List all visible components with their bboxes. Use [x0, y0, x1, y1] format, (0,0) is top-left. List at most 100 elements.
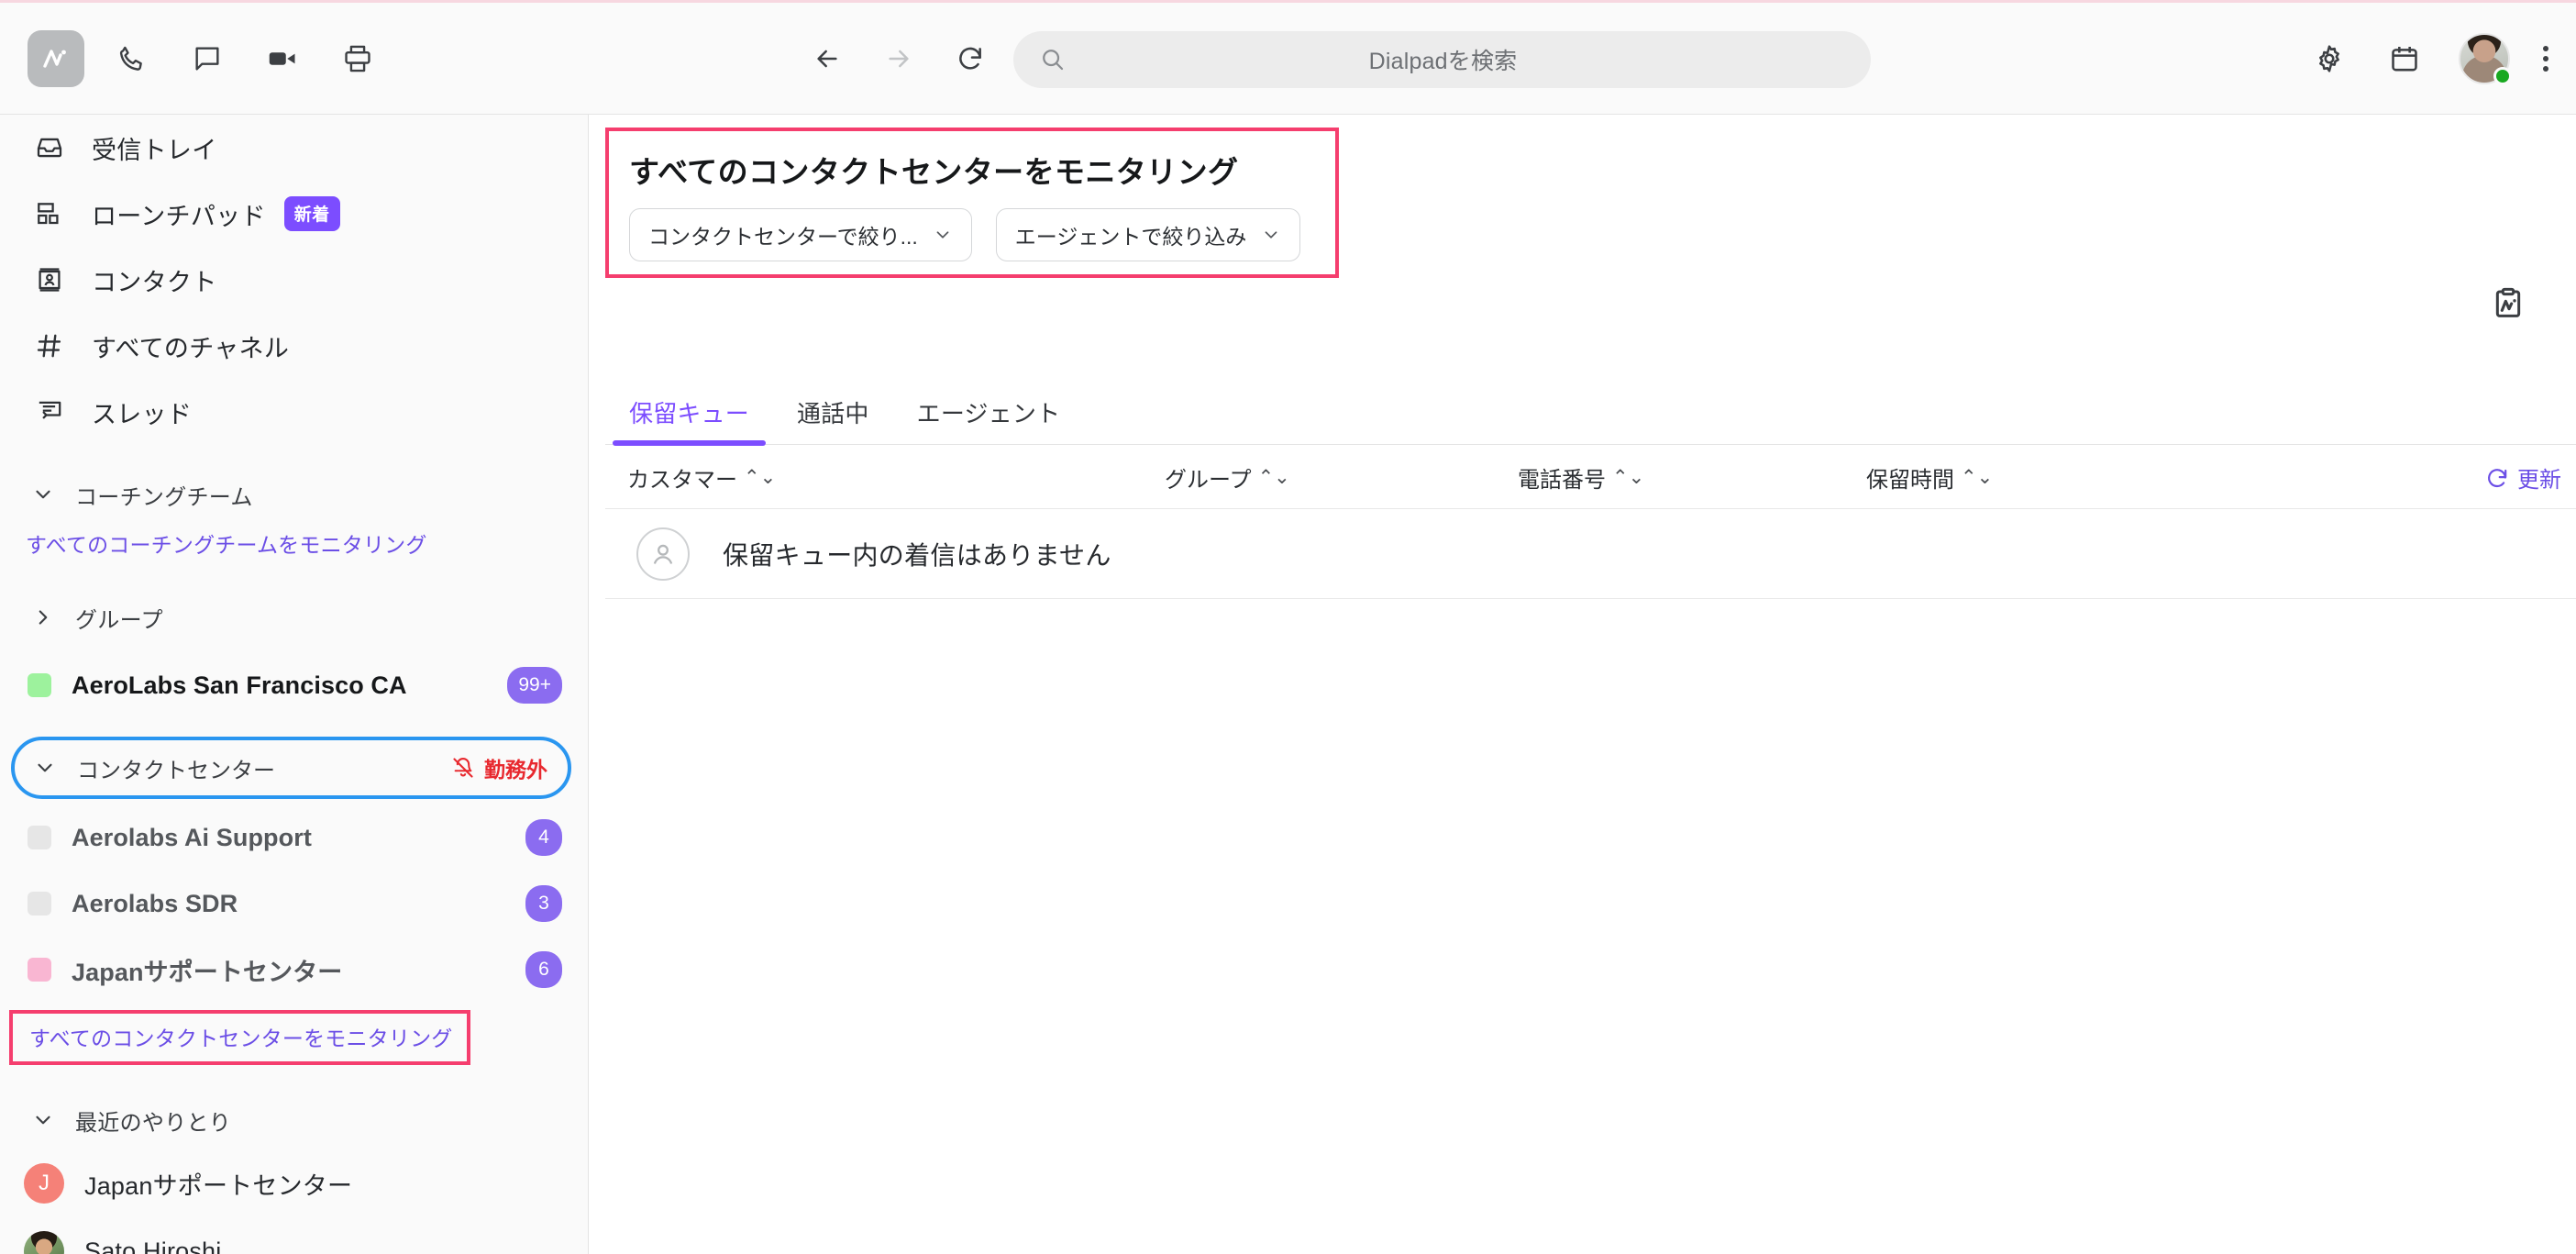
column-header-phone[interactable]: 電話番号 ⌃⌄ [1518, 461, 1644, 494]
group-name: AeroLabs San Francisco CA [72, 671, 407, 699]
recent-item-japan-support[interactable]: J Japanサポートセンター [0, 1149, 588, 1217]
group-color-swatch [28, 673, 51, 697]
more-options-icon[interactable] [2543, 45, 2548, 72]
gear-icon[interactable] [2308, 38, 2350, 80]
chevron-down-icon [1261, 225, 1281, 245]
table-row: 保留キュー内の着信はありません [605, 509, 2576, 599]
panel-header-highlight: すべてのコンタクトセンターをモニタリング コンタクトセンターで絞り... エージ… [605, 128, 1339, 278]
contact-center-name: Aerolabs Ai Support [72, 823, 312, 851]
sidebar-item-label: スレッド [92, 400, 193, 428]
sort-icon: ⌃⌄ [744, 467, 777, 488]
phone-icon[interactable] [105, 31, 160, 86]
sidebar-item-launchpad[interactable]: ローンチパッド 新着 [0, 181, 588, 247]
monitor-all-contact-centers-highlight: すべてのコンタクトセンターをモニタリング [9, 1010, 471, 1065]
tab-bar: 保留キュー 通話中 エージェント [605, 377, 2576, 446]
sidebar-item-label: 受信トレイ [92, 136, 217, 164]
avatar-initial: J [24, 1163, 64, 1204]
contact-center-item-aerolabs-sdr[interactable]: Aerolabs SDR 3 [0, 871, 588, 937]
section-title: グループ [75, 607, 163, 633]
recent-item-sato-hiroshi[interactable]: Sato Hiroshi [0, 1217, 588, 1254]
search-placeholder: Dialpadを検索 [1368, 49, 1518, 74]
fax-icon[interactable] [330, 31, 385, 86]
sort-icon: ⌃⌄ [1257, 467, 1290, 488]
empty-state-message: 保留キュー内の着信はありません [723, 540, 1111, 570]
sort-icon: ⌃⌄ [1961, 467, 1994, 488]
contact-center-color-swatch [28, 826, 51, 849]
top-bar: Dialpadを検索 [0, 0, 2576, 114]
video-icon[interactable] [255, 31, 310, 86]
filter-bar: コンタクトセンターで絞り... エージェントで絞り込み [629, 208, 1335, 261]
message-icon[interactable] [180, 31, 235, 86]
filter-label: コンタクトセンターで絞り... [648, 225, 918, 249]
contact-center-color-swatch [28, 892, 51, 916]
section-title: 最近のやりとり [75, 1110, 232, 1136]
bell-off-icon [451, 756, 475, 780]
filter-contact-center[interactable]: コンタクトセンターで絞り... [629, 208, 972, 261]
section-title: コンタクトセンター [77, 758, 275, 783]
top-right-actions [2308, 32, 2548, 85]
forward-icon[interactable] [879, 39, 919, 79]
back-icon[interactable] [807, 39, 847, 79]
unread-badge: 6 [525, 951, 562, 988]
monitor-all-coaching-teams-link[interactable]: すべてのコーチングチームをモニタリング [2, 527, 427, 559]
status-badge[interactable]: 勤務外 [451, 752, 547, 783]
launchpad-icon [35, 199, 75, 228]
section-header-contact-centers[interactable]: コンタクトセンター 勤務外 [11, 737, 571, 799]
section-header-recent[interactable]: 最近のやりとり [0, 1091, 588, 1149]
threads-icon [35, 397, 75, 427]
sidebar-item-all-channels[interactable]: すべてのチャネル [0, 313, 588, 379]
refresh-label: 更新 [2517, 468, 2561, 493]
tab-agents[interactable]: エージェント [893, 395, 1085, 444]
sidebar-item-label: コンタクト [92, 268, 217, 296]
chevron-down-icon [31, 483, 66, 506]
filter-agent[interactable]: エージェントで絞り込み [995, 208, 1301, 261]
search-input[interactable]: Dialpadを検索 [1013, 31, 1871, 88]
sort-icon: ⌃⌄ [1612, 467, 1645, 488]
sidebar-item-threads[interactable]: スレッド [0, 379, 588, 445]
column-header-customer[interactable]: カスタマー ⌃⌄ [627, 461, 776, 494]
group-item-aerolabs-sf[interactable]: AeroLabs San Francisco CA 99+ [0, 652, 588, 718]
page-title: すべてのコンタクトセンターをモニタリング [629, 155, 1239, 189]
section-header-coaching-teams[interactable]: コーチングチーム [0, 465, 588, 524]
sidebar-item-inbox[interactable]: 受信トレイ [0, 115, 588, 181]
clipboard-ai-icon[interactable] [2490, 285, 2526, 327]
contact-center-item-aerolabs-ai-support[interactable]: Aerolabs Ai Support 4 [0, 805, 588, 871]
tab-on-call[interactable]: 通話中 [773, 395, 893, 444]
column-header-group[interactable]: グループ ⌃⌄ [1165, 461, 1290, 494]
unread-badge: 99+ [507, 667, 562, 704]
calendar-icon[interactable] [2383, 38, 2426, 80]
unread-badge: 3 [525, 885, 562, 922]
unread-badge: 4 [525, 819, 562, 856]
tab-hold-queue[interactable]: 保留キュー [605, 395, 773, 446]
dialpad-ai-logo[interactable] [28, 29, 84, 87]
chevron-down-icon [33, 756, 68, 780]
monitor-all-contact-centers-link[interactable]: すべてのコンタクトセンターをモニタリング [20, 1021, 452, 1052]
table-header: カスタマー ⌃⌄ グループ ⌃⌄ 電話番号 ⌃⌄ 保留時間 ⌃⌄ 更新 [605, 447, 2576, 509]
contact-center-item-japan-support[interactable]: Japanサポートセンター 6 [0, 937, 588, 1003]
column-label: 電話番号 [1518, 468, 1606, 493]
main-panel: すべてのコンタクトセンターをモニタリング コンタクトセンターで絞り... エージ… [589, 114, 2576, 1254]
sidebar-item-contacts[interactable]: コンタクト [0, 247, 588, 313]
person-circle-icon [636, 527, 690, 581]
inbox-icon [35, 133, 75, 162]
contacts-icon [35, 265, 75, 294]
browser-nav-group [807, 39, 990, 79]
presence-indicator [2493, 66, 2512, 85]
hash-icon [35, 331, 75, 361]
status-label: 勤務外 [484, 758, 547, 782]
contact-center-color-swatch [28, 958, 51, 982]
reload-icon[interactable] [950, 39, 990, 79]
filter-label: エージェントで絞り込み [1014, 225, 1247, 249]
contact-center-name: Japanサポートセンター [72, 958, 343, 986]
section-header-groups[interactable]: グループ [0, 588, 588, 647]
column-header-hold-time[interactable]: 保留時間 ⌃⌄ [1866, 461, 1993, 494]
sidebar: 受信トレイ ローンチパッド 新着 コンタクト すべてのチャネル スレッド コーチ… [0, 114, 589, 1254]
avatar[interactable] [2459, 32, 2512, 85]
chevron-down-icon [31, 1108, 66, 1132]
chevron-down-icon [933, 225, 953, 245]
recent-item-label: Sato Hiroshi [84, 1237, 222, 1254]
column-label: 保留時間 [1866, 468, 1954, 493]
refresh-button[interactable]: 更新 [2485, 461, 2561, 494]
search-icon [1039, 46, 1067, 73]
column-label: カスタマー [627, 468, 737, 493]
